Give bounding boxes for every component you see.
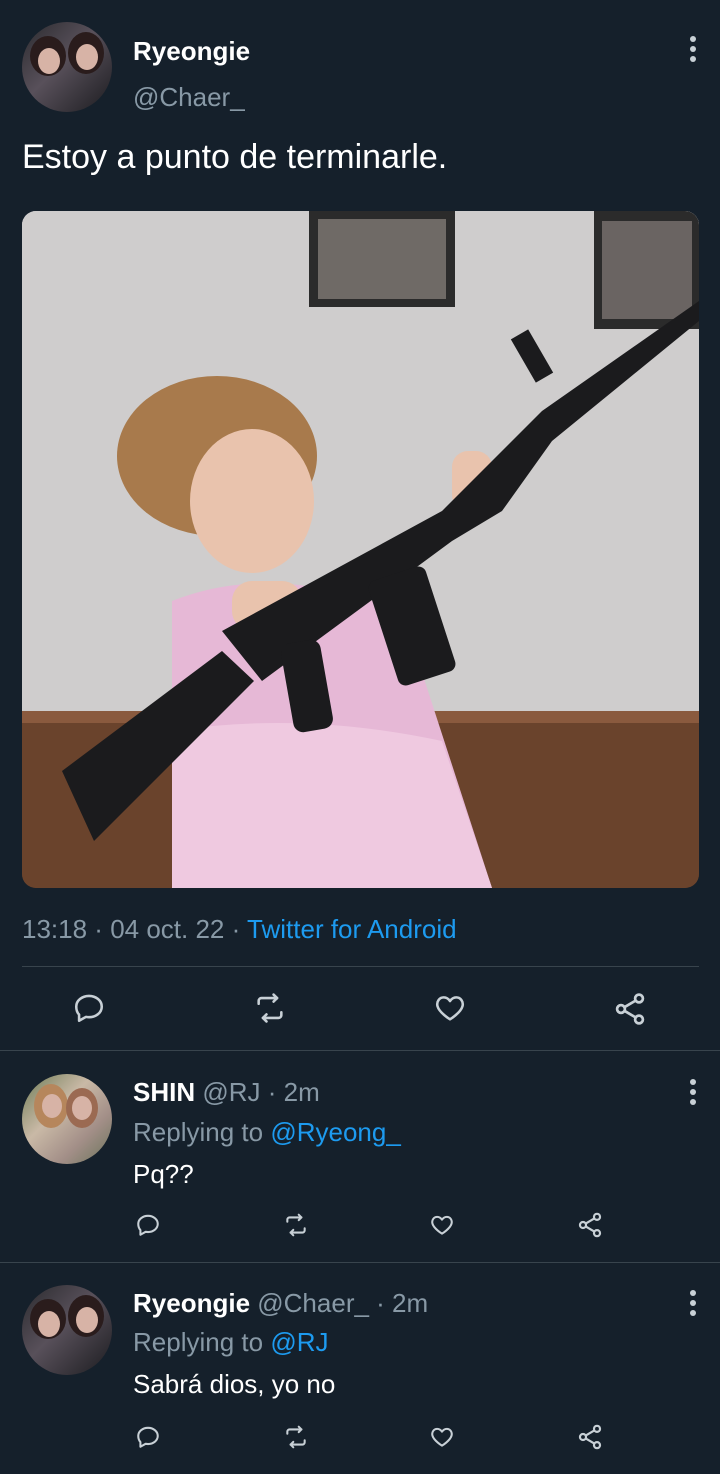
reply-icon[interactable] [135,1212,161,1238]
reply-header: Ryeongie @Chaer_ · 2m [133,1288,428,1319]
reply-author-name[interactable]: Ryeongie [133,1288,250,1318]
author-handle[interactable]: @Chaer_ [133,82,245,113]
share-icon[interactable] [576,1423,604,1451]
author-avatar[interactable] [22,22,112,112]
replying-to-label: Replying to [133,1117,264,1147]
replying-to-label: Replying to [133,1327,264,1357]
reply-text: Sabrá dios, yo no [133,1369,336,1399]
meta-separator: · [87,914,111,944]
retweet-icon[interactable] [282,1424,310,1450]
share-icon[interactable] [576,1211,604,1239]
reply-divider [0,1262,720,1263]
more-icon[interactable] [690,36,696,66]
reply-author-name[interactable]: SHIN [133,1077,195,1107]
reply-icon[interactable] [72,991,106,1025]
reply-avatar[interactable] [22,1074,112,1164]
reply-author-handle[interactable]: @Chaer_ [257,1288,369,1318]
like-icon[interactable] [432,991,468,1025]
reply-text: Pq?? [133,1159,194,1189]
reply-time: · 2m [267,1077,320,1107]
tweet-source-link[interactable]: Twitter for Android [247,914,457,944]
reply-icon[interactable] [135,1424,161,1450]
tweet-photo[interactable] [22,211,699,888]
tweet-text: Estoy a punto de terminarle. [22,138,448,176]
retweet-icon[interactable] [282,1212,310,1238]
author-name[interactable]: Ryeongie [133,36,250,67]
tweet-divider [0,1050,720,1051]
meta-separator: · [224,914,248,944]
meta-divider [22,966,699,967]
replying-to-link[interactable]: @Ryeong_ [270,1117,400,1147]
replying-to: Replying to @RJ [133,1327,328,1358]
reply-avatar[interactable] [22,1285,112,1375]
replying-to: Replying to @Ryeong_ [133,1117,401,1148]
like-icon[interactable] [428,1424,456,1450]
more-icon[interactable] [690,1290,696,1320]
reply-author-handle[interactable]: @RJ [202,1077,260,1107]
replying-to-link[interactable]: @RJ [270,1327,328,1357]
more-icon[interactable] [690,1079,696,1109]
tweet-date: 04 oct. 22 [110,914,225,944]
reply-header: SHIN @RJ · 2m [133,1077,320,1108]
retweet-icon[interactable] [252,991,288,1025]
reply-time: · 2m [376,1288,429,1318]
tweet-meta: 13:18 · 04 oct. 22 · Twitter for Android [22,914,457,945]
like-icon[interactable] [428,1212,456,1238]
tweet-time: 13:18 [22,914,88,944]
share-icon[interactable] [612,991,648,1027]
